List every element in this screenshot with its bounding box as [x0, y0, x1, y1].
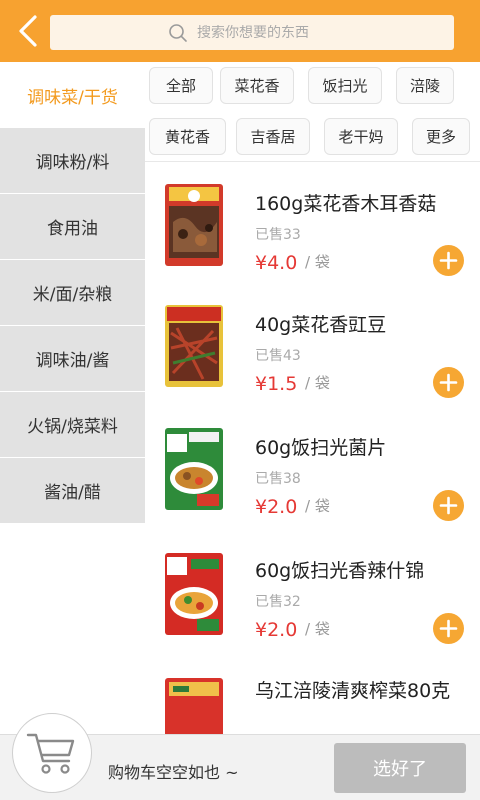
- product-item[interactable]: 160g菜花香木耳香菇 已售33 ¥4.0 / 袋: [145, 162, 480, 285]
- add-to-cart-button[interactable]: [433, 367, 464, 398]
- sidebar-item-seasoning-vegetables[interactable]: 调味菜/干货: [0, 62, 145, 128]
- product-image: [163, 551, 225, 637]
- product-unit: / 袋: [305, 620, 330, 638]
- sidebar-item-seasoning-oil-sauce[interactable]: 调味油/酱: [0, 326, 145, 392]
- filter-chip-caihuaxiang[interactable]: 菜花香: [220, 67, 294, 104]
- filter-chip-label: 全部: [165, 77, 196, 95]
- chevron-left-icon: [19, 15, 37, 47]
- sidebar-item-label: 调味油/酱: [35, 351, 110, 371]
- product-sold-count: 已售33: [255, 227, 301, 243]
- cart-button[interactable]: [12, 713, 92, 793]
- product-price: ¥2.0: [255, 619, 298, 641]
- category-sidebar: 调味菜/干货 调味粉/料 食用油 米/面/杂粮 调味油/酱 火锅/烧菜料 酱油/…: [0, 62, 145, 524]
- search-bar[interactable]: [50, 15, 454, 50]
- add-to-cart-button[interactable]: [433, 245, 464, 276]
- product-name: 60g饭扫光菌片: [255, 437, 387, 459]
- sidebar-item-label: 酱油/醋: [44, 483, 101, 503]
- sidebar-item-label: 食用油: [47, 219, 98, 239]
- product-image: [163, 303, 225, 389]
- plus-icon: [439, 251, 458, 270]
- product-image: [163, 676, 225, 734]
- filter-chip-laoganma[interactable]: 老干妈: [324, 118, 398, 155]
- filter-chip-more[interactable]: 更多: [412, 118, 470, 155]
- plus-icon: [439, 373, 458, 392]
- product-list: 160g菜花香木耳香菇 已售33 ¥4.0 / 袋 40g菜花香豇豆 已售43 …: [145, 162, 480, 734]
- product-sold-count: 已售38: [255, 471, 301, 487]
- plus-icon: [439, 619, 458, 638]
- product-sold-count: 已售32: [255, 594, 301, 610]
- search-input[interactable]: [197, 24, 337, 41]
- filter-chip-label: 黄花香: [164, 128, 210, 146]
- product-name: 乌江涪陵清爽榨菜80克: [255, 680, 451, 702]
- cart-empty-message: 购物车空空如也 ~: [108, 763, 239, 782]
- sidebar-item-label: 米/面/杂粮: [32, 285, 113, 305]
- product-name: 160g菜花香木耳香菇: [255, 193, 437, 215]
- product-name: 60g饭扫光香辣什锦: [255, 560, 425, 582]
- product-unit: / 袋: [305, 253, 330, 271]
- filter-chip-jixiangju[interactable]: 吉香居: [236, 118, 310, 155]
- filter-chip-label: 涪陵: [409, 77, 440, 95]
- top-bar: [0, 0, 480, 62]
- sidebar-item-label: 调味粉/料: [35, 153, 110, 173]
- plus-icon: [439, 496, 458, 515]
- sidebar-item-seasoning-powder[interactable]: 调味粉/料: [0, 128, 145, 194]
- cart-bar: 购物车空空如也 ~ 选好了: [0, 713, 480, 800]
- brand-filter-area: 全部 菜花香 饭扫光 涪陵 黄花香 吉香居 老干妈 更多: [145, 62, 480, 162]
- filter-chip-label: 菜花香: [234, 77, 280, 95]
- product-item[interactable]: 乌江涪陵清爽榨菜80克: [145, 654, 480, 734]
- product-image: [163, 182, 225, 268]
- filter-chip-label: 饭扫光: [322, 77, 368, 95]
- filter-chip-fansaoguang[interactable]: 饭扫光: [308, 67, 382, 104]
- product-unit: / 袋: [305, 374, 330, 392]
- sidebar-item-label: 火锅/烧菜料: [27, 417, 118, 437]
- filter-chip-all[interactable]: 全部: [149, 67, 213, 104]
- sidebar-item-hotpot-base[interactable]: 火锅/烧菜料: [0, 392, 145, 458]
- checkout-button[interactable]: 选好了: [334, 743, 466, 793]
- back-button[interactable]: [8, 8, 48, 54]
- filter-chip-label: 吉香居: [250, 128, 296, 146]
- product-sold-count: 已售43: [255, 348, 301, 364]
- shopping-cart-icon: [26, 733, 75, 774]
- product-image: [163, 426, 225, 512]
- search-icon: [167, 22, 189, 44]
- sidebar-item-label: 调味菜/干货: [27, 87, 118, 108]
- product-unit: / 袋: [305, 497, 330, 515]
- product-item[interactable]: 60g饭扫光香辣什锦 已售32 ¥2.0 / 袋: [145, 531, 480, 654]
- product-price: ¥4.0: [255, 252, 298, 274]
- filter-chip-huanghuaxiang[interactable]: 黄花香: [149, 118, 226, 155]
- sidebar-item-soy-sauce-vinegar[interactable]: 酱油/醋: [0, 458, 145, 524]
- product-price: ¥2.0: [255, 496, 298, 518]
- product-item[interactable]: 40g菜花香豇豆 已售43 ¥1.5 / 袋: [145, 285, 480, 408]
- sidebar-item-rice-flour-grains[interactable]: 米/面/杂粮: [0, 260, 145, 326]
- add-to-cart-button[interactable]: [433, 490, 464, 521]
- product-price: ¥1.5: [255, 373, 298, 395]
- filter-chip-label: 更多: [425, 128, 456, 146]
- product-name: 40g菜花香豇豆: [255, 314, 387, 336]
- add-to-cart-button[interactable]: [433, 613, 464, 644]
- filter-chip-label: 老干妈: [338, 128, 384, 146]
- product-item[interactable]: 60g饭扫光菌片 已售38 ¥2.0 / 袋: [145, 408, 480, 531]
- sidebar-item-cooking-oil[interactable]: 食用油: [0, 194, 145, 260]
- filter-chip-fuling[interactable]: 涪陵: [396, 67, 454, 104]
